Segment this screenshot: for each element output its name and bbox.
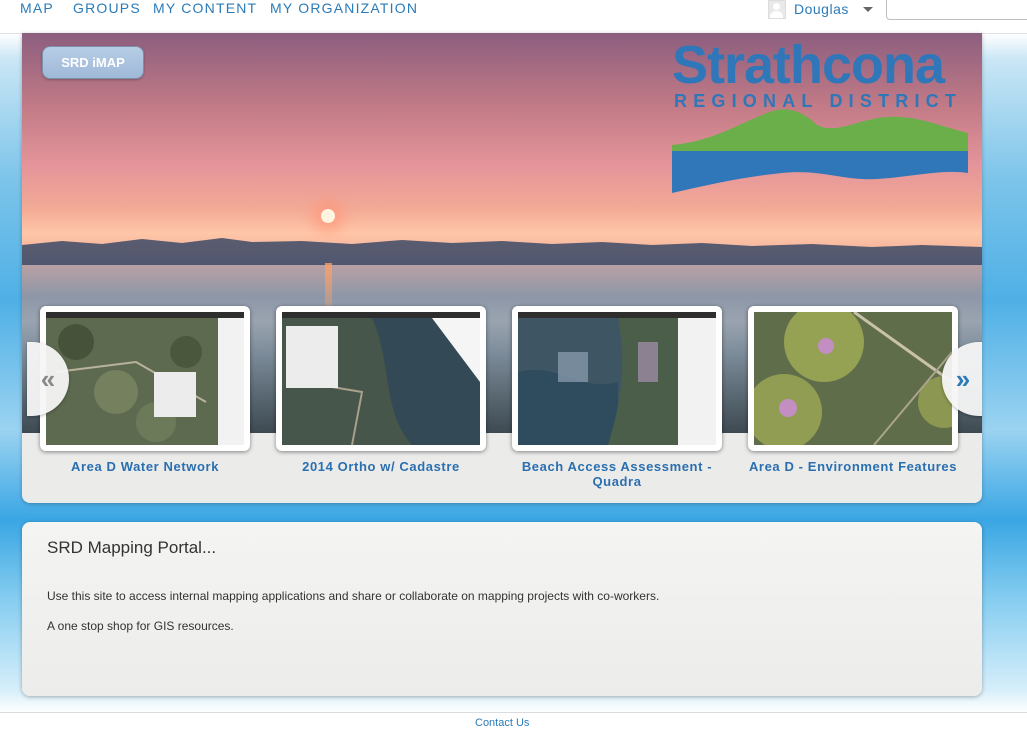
- footer: Contact Us: [0, 712, 1027, 736]
- map-title-4[interactable]: Area D - Environment Features: [735, 459, 971, 474]
- info-paragraph: Use this site to access internal mapping…: [47, 589, 660, 603]
- user-menu[interactable]: Douglas: [768, 0, 873, 19]
- map-thumbnail-4[interactable]: [748, 306, 958, 451]
- map-preview-image: [282, 312, 480, 445]
- map-title-3[interactable]: Beach Access Assessment - Quadra: [499, 459, 735, 489]
- srd-imap-button[interactable]: SRD iMAP: [42, 46, 144, 79]
- map-thumbnail-3[interactable]: [512, 306, 722, 451]
- info-paragraph: A one stop shop for GIS resources.: [47, 619, 234, 633]
- nav-my-content[interactable]: MY CONTENT: [153, 0, 257, 16]
- top-navigation: MAP GROUPS MY CONTENT MY ORGANIZATION Do…: [0, 0, 1027, 34]
- map-thumbnail-2[interactable]: [276, 306, 486, 451]
- logo-title: Strathcona: [672, 35, 945, 95]
- user-name: Douglas: [794, 1, 849, 17]
- nav-groups[interactable]: GROUPS: [73, 0, 141, 16]
- map-preview-image: [518, 312, 716, 445]
- sun: [321, 209, 335, 223]
- nav-my-organization[interactable]: MY ORGANIZATION: [270, 0, 418, 16]
- info-card: SRD Mapping Portal... Use this site to a…: [22, 522, 982, 696]
- map-title-2[interactable]: 2014 Ortho w/ Cadastre: [263, 459, 499, 474]
- contact-us-link[interactable]: Contact Us: [475, 717, 529, 729]
- map-title-1[interactable]: Area D Water Network: [27, 459, 263, 474]
- avatar: [768, 0, 786, 19]
- caret-down-icon: [862, 6, 873, 12]
- search-input[interactable]: [886, 0, 1027, 20]
- map-thumbnail-1[interactable]: [40, 306, 250, 451]
- banner-card: SRD iMAP Strathcona REGIONAL DISTRICT Ar…: [22, 33, 982, 503]
- info-title: SRD Mapping Portal...: [47, 538, 217, 557]
- logo-landscape: [672, 109, 968, 193]
- mountain-silhouette: [22, 238, 982, 265]
- double-chevron-left-icon: «: [40, 363, 56, 394]
- map-preview-image: [754, 312, 952, 445]
- map-preview-image: [46, 312, 244, 445]
- double-chevron-right-icon: »: [955, 363, 971, 394]
- strathcona-logo: Strathcona REGIONAL DISTRICT: [672, 37, 968, 197]
- nav-map[interactable]: MAP: [20, 0, 54, 16]
